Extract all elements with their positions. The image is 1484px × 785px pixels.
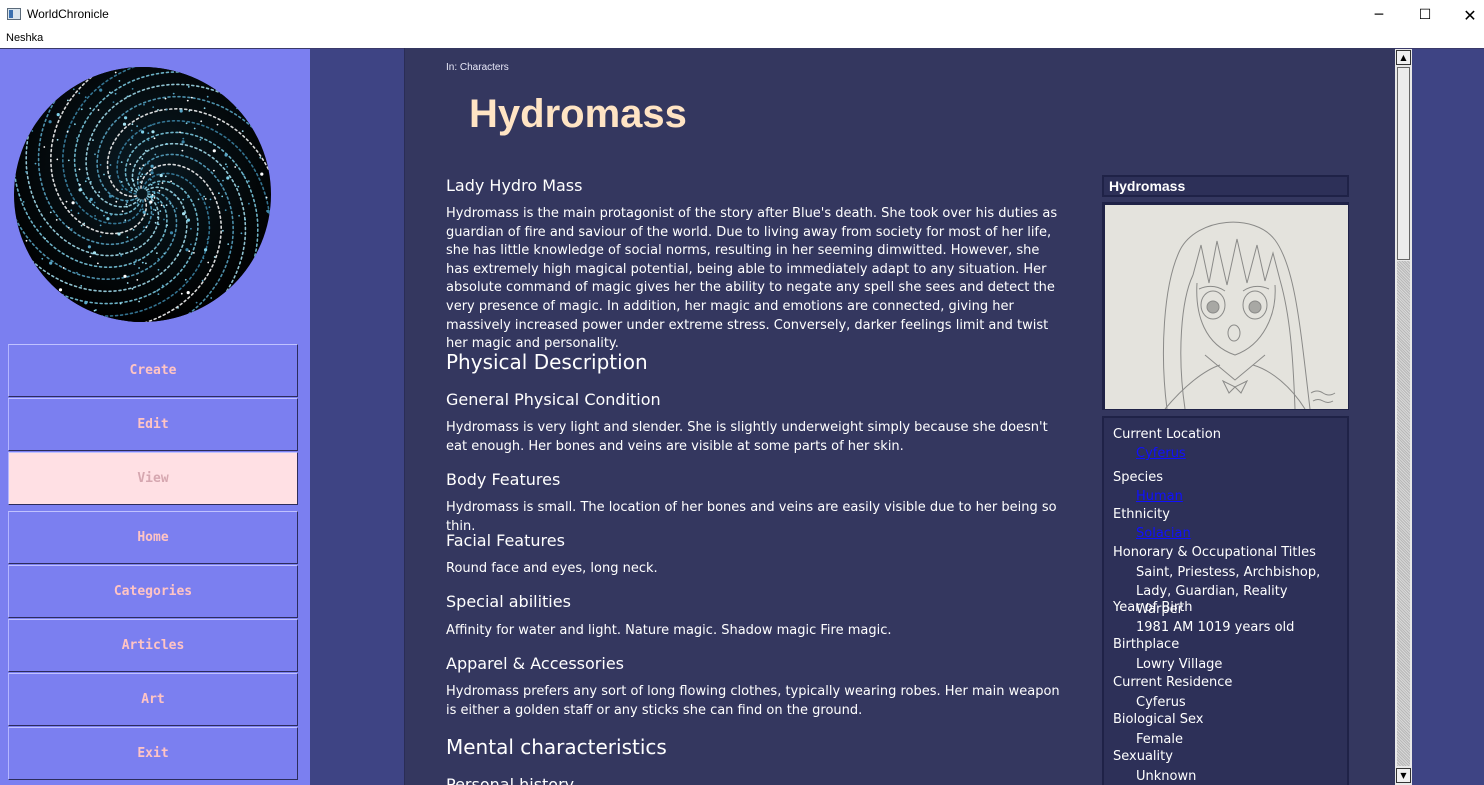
infobox-field-link[interactable]: Human <box>1136 489 1183 504</box>
infobox-field-label: Biological Sex <box>1113 712 1204 727</box>
paragraph: Round face and eyes, long neck. <box>446 561 658 576</box>
subsection-heading: Apparel & Accessories <box>446 654 624 673</box>
section-heading: Mental characteristics <box>446 735 667 759</box>
app-icon <box>7 8 21 20</box>
close-button[interactable]: ✕ <box>1447 0 1484 30</box>
menu-bar: Neshka <box>0 30 1484 48</box>
breadcrumb[interactable]: In: Characters <box>446 62 509 73</box>
nav-button-categories[interactable]: Categories <box>8 565 298 618</box>
page-title: Hydromass <box>469 92 687 136</box>
infobox-header: Hydromass <box>1102 175 1349 197</box>
vertical-scrollbar[interactable]: ▲ ▼ <box>1395 49 1412 785</box>
nav-button-view[interactable]: View <box>8 452 298 505</box>
infobox-title: Hydromass <box>1109 178 1186 194</box>
infobox-field-value: 1981 AM 1019 years old <box>1136 620 1295 635</box>
window-title-bar: WorldChronicle ─ ☐ ✕ <box>0 0 1484 30</box>
subsection-heading: Facial Features <box>446 531 565 550</box>
infobox-image-frame <box>1102 202 1349 410</box>
window-title: WorldChronicle <box>27 7 109 21</box>
character-portrait-image[interactable] <box>1105 205 1348 409</box>
fractal-logo-svg <box>14 67 271 322</box>
article-panel: In: Characters Hydromass Lady Hydro Mass… <box>404 48 1395 785</box>
scroll-track[interactable] <box>1397 261 1410 766</box>
paragraph: Hydromass prefers any sort of long flowi… <box>446 684 1060 718</box>
scroll-down-button[interactable]: ▼ <box>1396 768 1411 783</box>
menu-item-neshka[interactable]: Neshka <box>6 32 43 44</box>
subsection-heading: Lady Hydro Mass <box>446 176 583 195</box>
nav-button-art[interactable]: Art <box>8 673 298 726</box>
infobox-field-label: Current Residence <box>1113 675 1233 690</box>
paragraph: Affinity for water and light. Nature mag… <box>446 623 892 638</box>
infobox-field-value: Female <box>1136 732 1184 747</box>
portrait-sketch-svg <box>1105 205 1348 409</box>
subsection-heading: Body Features <box>446 470 561 489</box>
paragraph: Hydromass is the main protagonist of the… <box>446 206 1058 352</box>
scroll-thumb[interactable] <box>1397 67 1410 260</box>
nav-button-home[interactable]: Home <box>8 511 298 564</box>
infobox-field-label: Current Location <box>1113 427 1221 442</box>
infobox-field-label: Honorary & Occupational Titles <box>1113 545 1316 560</box>
infobox-field-label: Birthplace <box>1113 637 1180 652</box>
nav-button-edit[interactable]: Edit <box>8 398 298 451</box>
infobox-field-label: Sexuality <box>1113 749 1173 764</box>
infobox-field-label: Year of Birth <box>1113 600 1193 615</box>
nav-button-articles[interactable]: Articles <box>8 619 298 672</box>
paragraph: Hydromass is very light and slender. She… <box>446 420 1048 454</box>
infobox-field-link[interactable]: Solacian <box>1136 526 1191 541</box>
maximize-button[interactable]: ☐ <box>1402 0 1448 30</box>
fractal-logo-image <box>14 67 271 322</box>
subsection-heading: Special abilities <box>446 592 571 611</box>
subsection-heading: General Physical Condition <box>446 390 661 409</box>
scroll-up-button[interactable]: ▲ <box>1396 50 1411 65</box>
infobox-field-value: Cyferus <box>1136 695 1186 710</box>
subsection-heading: Personal history <box>446 775 575 785</box>
infobox-field-value: Lowry Village <box>1136 657 1223 672</box>
infobox-details: Current Location Cyferus Species Human Ethni… <box>1102 416 1349 785</box>
infobox-field-label: Species <box>1113 470 1164 485</box>
nav-button-create[interactable]: Create <box>8 344 298 397</box>
infobox-field-value: Unknown <box>1136 769 1197 784</box>
section-heading: Physical Description <box>446 350 648 374</box>
infobox-field-link[interactable]: Cyferus <box>1136 446 1186 461</box>
infobox-field-label: Ethnicity <box>1113 507 1170 522</box>
minimize-button[interactable]: ─ <box>1356 0 1402 30</box>
nav-button-exit[interactable]: Exit <box>8 727 298 780</box>
sidebar: Create Edit View Home Categories Articles Art E… <box>0 48 310 785</box>
